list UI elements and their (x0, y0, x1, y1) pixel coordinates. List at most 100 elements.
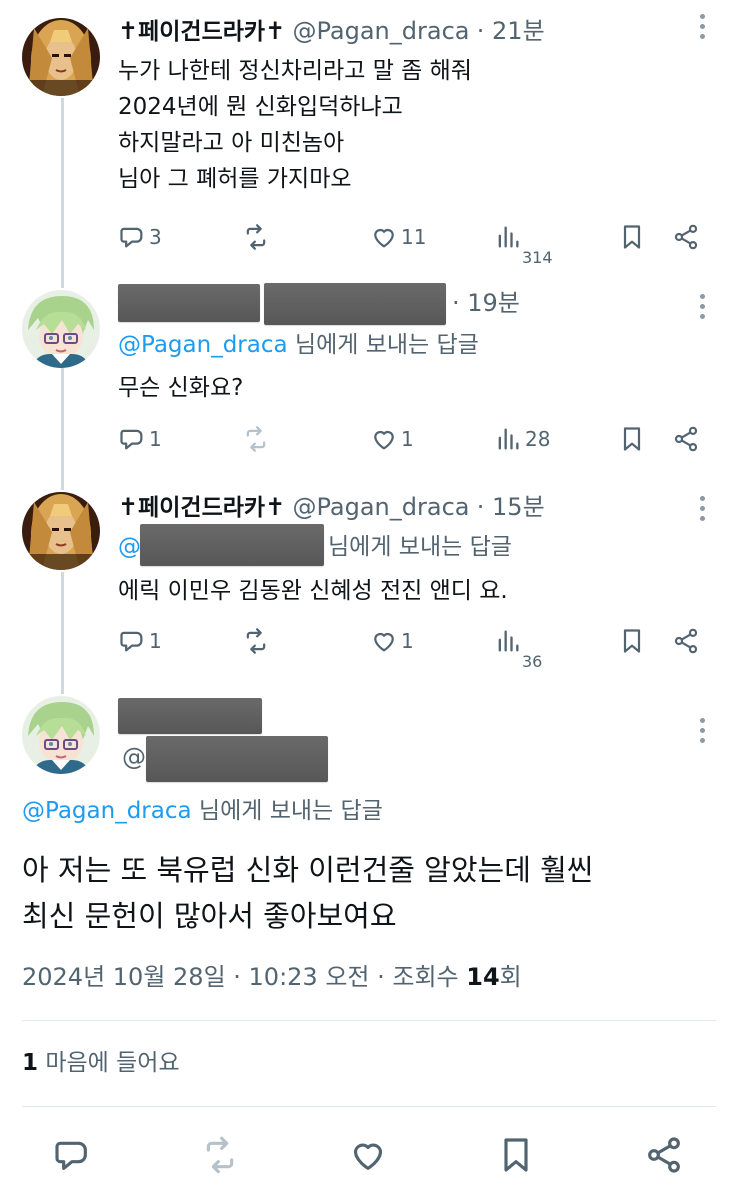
bookmark-button[interactable] (618, 422, 646, 456)
tweet-text-line: 누가 나한테 정신차리라고 말 좀 해줘 (118, 58, 472, 84)
handle[interactable]: @Pagan_draca (293, 493, 470, 521)
retweet-icon (246, 628, 266, 654)
display-name[interactable]: 페이건드라카 (138, 19, 265, 45)
handle[interactable]: @ (122, 742, 146, 772)
more-icon[interactable] (700, 294, 706, 324)
timestamp[interactable]: · 19분 (452, 288, 520, 318)
like-button[interactable]: 1 (370, 422, 414, 456)
bookmark-button[interactable] (618, 624, 646, 658)
view-count: 14 (466, 963, 500, 991)
bookmark-icon (623, 225, 641, 249)
avatar[interactable] (22, 290, 100, 368)
reply-count: 1 (149, 629, 162, 653)
bookmark-button[interactable] (496, 1135, 536, 1175)
view-count: 314 (522, 247, 553, 267)
reply-count: 3 (149, 225, 162, 249)
likes-count: 1 (22, 1050, 39, 1076)
reply-button[interactable]: 3 (118, 220, 162, 254)
retweet-button[interactable] (200, 1135, 240, 1175)
redacted-name (118, 284, 260, 322)
reply-button[interactable]: 1 (118, 422, 162, 456)
reply-context: @Pagan_draca 님에게 보내는 답글 (118, 330, 479, 360)
retweet-icon (246, 224, 266, 250)
display-name[interactable]: 페이건드라카 (138, 495, 265, 521)
tweet-text-line: 님아 그 폐허를 가지마오 (118, 166, 352, 192)
tweet-header: ✝페이건드라카✝ @Pagan_draca · 21분 (118, 16, 545, 47)
view-count: 28 (525, 427, 551, 451)
more-icon[interactable] (700, 718, 706, 748)
like-button[interactable]: 1 (370, 624, 414, 658)
thread-line (61, 98, 64, 288)
view-count-suffix: 회 (499, 963, 522, 991)
action-bar: 1 1 28 (118, 422, 708, 456)
reply-to-handle[interactable]: @Pagan_draca (118, 332, 288, 358)
like-count: 1 (401, 427, 414, 451)
reply-to-label: 님에게 보내는 답글 (294, 332, 479, 358)
reply-to-handle[interactable]: @Pagan_draca (22, 798, 192, 824)
like-button[interactable] (348, 1135, 388, 1175)
reply-button[interactable]: 1 (118, 624, 162, 658)
views-button[interactable]: 36 (494, 624, 542, 671)
timestamp[interactable]: · 15분 (477, 493, 545, 521)
avatar[interactable] (22, 18, 100, 96)
share-button[interactable] (672, 624, 700, 658)
timestamp[interactable]: · 21분 (477, 17, 545, 45)
share-icon (674, 426, 698, 452)
like-count: 1 (401, 629, 414, 653)
reply-count: 1 (149, 427, 162, 451)
action-bar: 3 11 314 (118, 220, 708, 267)
tweet-text-line: 2024년에 뭔 신화입덕하냐고 (118, 94, 403, 120)
views-button[interactable]: 314 (494, 220, 553, 267)
divider (22, 1106, 716, 1107)
bookmark-icon (623, 427, 641, 451)
tweet-text-line: 하지말라고 아 미친놈아 (118, 130, 345, 156)
ornament-icon: ✝ (118, 17, 139, 45)
main-tweet-text-line: 아 저는 또 북유럽 신화 이런건줄 알았는데 훨씬 (22, 853, 594, 887)
more-icon[interactable] (700, 14, 706, 44)
retweet-icon (246, 426, 266, 452)
likes-summary[interactable]: 1 마음에 들어요 (22, 1048, 180, 1078)
more-icon[interactable] (700, 496, 706, 526)
reply-to-handle[interactable]: @ (118, 532, 141, 562)
share-button[interactable] (644, 1135, 684, 1175)
like-icon (353, 1143, 383, 1170)
bookmark-icon (504, 1138, 528, 1172)
reply-icon (120, 429, 143, 450)
share-button[interactable] (672, 220, 700, 254)
handle[interactable]: @Pagan_draca (293, 17, 470, 45)
like-button[interactable]: 11 (370, 220, 426, 254)
divider (22, 1020, 716, 1021)
redacted-handle (264, 283, 446, 325)
tweet-text-line: 무슨 신화요? (118, 375, 244, 401)
reply-icon (55, 1141, 87, 1170)
ornament-icon: ✝ (265, 493, 286, 521)
share-icon (674, 628, 698, 654)
share-icon (648, 1137, 680, 1173)
main-tweet-timestamp[interactable]: 2024년 10월 28일 · 10:23 오전 · 조회수 (22, 963, 459, 991)
redacted-name (118, 698, 262, 734)
views-icon (498, 630, 519, 652)
share-button[interactable] (672, 422, 700, 456)
share-icon (674, 224, 698, 250)
retweet-button[interactable] (242, 422, 270, 456)
views-icon (498, 428, 519, 450)
views-button[interactable]: 28 (494, 422, 550, 456)
reply-icon (120, 631, 143, 652)
bookmark-icon (623, 629, 641, 653)
reply-to-label: 님에게 보내는 답글 (328, 534, 512, 560)
likes-label: 마음에 들어요 (45, 1050, 180, 1076)
retweet-button[interactable] (242, 220, 270, 254)
thread-line (61, 572, 64, 694)
like-icon (374, 633, 394, 652)
ornament-icon: ✝ (265, 17, 286, 45)
avatar[interactable] (22, 492, 100, 570)
action-bar: 1 1 36 (118, 624, 708, 671)
main-tweet-meta: 2024년 10월 28일 · 10:23 오전 · 조회수 14회 (22, 962, 522, 992)
tweet-text-line: 에릭 이민우 김동완 신혜성 전진 앤디 요. (118, 578, 508, 604)
view-count: 36 (522, 651, 543, 671)
bookmark-button[interactable] (618, 220, 646, 254)
thread-line (61, 368, 64, 490)
avatar[interactable] (22, 696, 100, 774)
retweet-button[interactable] (242, 624, 270, 658)
reply-button[interactable] (52, 1135, 92, 1175)
